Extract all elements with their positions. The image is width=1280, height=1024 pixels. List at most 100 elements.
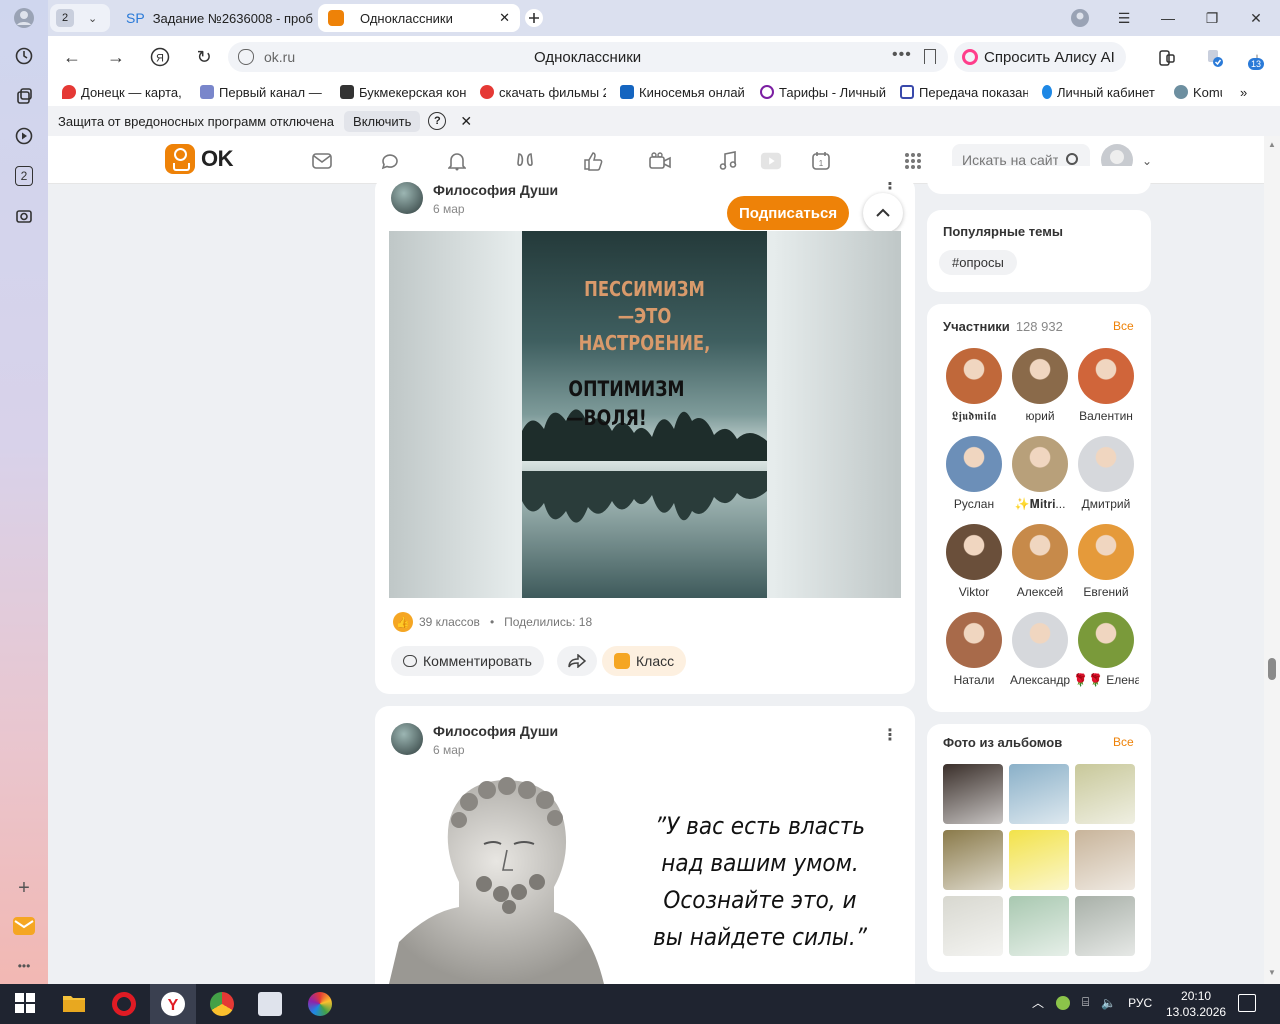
member-tile[interactable]: Viktor (941, 524, 1007, 599)
group-avatar[interactable] (391, 182, 423, 214)
scroll-up-arrow-icon[interactable]: ▲ (1268, 140, 1276, 149)
member-avatar[interactable] (1078, 612, 1134, 668)
album-photo-thumb[interactable] (1075, 830, 1135, 890)
shield-icon[interactable] (238, 49, 254, 65)
page-scrollbar[interactable]: ▲ ▼ (1264, 136, 1280, 984)
photos-app-icon[interactable] (308, 992, 332, 1016)
mail-icon[interactable] (12, 914, 36, 938)
post-author-block[interactable]: Философия Души 6 мар (391, 182, 558, 216)
likes-icon[interactable] (582, 150, 604, 172)
album-photo-thumb[interactable] (1009, 830, 1069, 890)
member-tile[interactable]: Александр (1007, 612, 1073, 687)
bookmark-icon[interactable] (924, 49, 936, 64)
member-avatar[interactable] (1012, 436, 1068, 492)
post-menu-icon[interactable]: ⋮ (882, 725, 898, 745)
bookmark-item[interactable]: Передача показан (886, 85, 1028, 100)
member-avatar[interactable] (946, 348, 1002, 404)
comment-button[interactable]: Комментировать (391, 646, 544, 676)
klass-button[interactable]: Класс (602, 646, 687, 676)
bookmark-item[interactable]: Личный кабинет (1028, 85, 1160, 100)
member-name[interactable]: юрий (1007, 409, 1073, 423)
reload-button[interactable]: ↻ (192, 45, 216, 69)
share-button[interactable] (557, 646, 597, 676)
account-icon[interactable] (1068, 6, 1092, 30)
scroll-down-arrow-icon[interactable]: ▼ (1268, 968, 1276, 977)
post-menu-icon[interactable]: ⋮ (882, 182, 898, 192)
tray-app-icon[interactable] (1056, 995, 1071, 1010)
tray-overflow-icon[interactable]: ︿ (1032, 994, 1044, 1011)
member-tile[interactable]: Дмитрий (1073, 436, 1139, 511)
yandex-icon[interactable]: Я (148, 45, 172, 69)
calendar-icon[interactable]: 1 (810, 150, 832, 172)
group-name[interactable]: Философия Души (433, 723, 558, 739)
member-name[interactable]: Руслан (941, 497, 1007, 511)
bookmark-item[interactable]: Киносемья онлай (606, 85, 746, 100)
translate-icon[interactable] (1204, 47, 1226, 69)
close-window-icon[interactable]: ✕ (1244, 6, 1268, 30)
likes-count[interactable]: 39 классов (419, 615, 480, 629)
scroll-up-button[interactable] (863, 193, 903, 233)
member-avatar[interactable] (1078, 436, 1134, 492)
video-icon[interactable] (649, 150, 671, 172)
opera-icon[interactable] (112, 992, 136, 1016)
member-tile[interactable]: ✨𝐌𝐢𝐭𝐫𝐢... (1007, 436, 1073, 512)
collections-icon[interactable] (12, 84, 36, 108)
member-avatar[interactable] (1078, 348, 1134, 404)
member-name[interactable]: Валентин (1073, 409, 1139, 423)
member-name[interactable]: Евгений (1073, 585, 1139, 599)
post-author-block[interactable]: Философия Души 6 мар (391, 723, 558, 757)
history-icon[interactable] (12, 44, 36, 68)
more-dots-icon[interactable]: ••• (892, 46, 912, 64)
tab-group-counter[interactable]: 2 ⌄ (50, 4, 110, 32)
album-photo-thumb[interactable] (943, 764, 1003, 824)
messages-icon[interactable] (311, 150, 333, 172)
tab-odnoklassniki[interactable]: Одноклассники ✕ (318, 4, 520, 32)
member-avatar[interactable] (946, 436, 1002, 492)
member-avatar[interactable] (1078, 524, 1134, 580)
network-icon[interactable]: ⌸ (1082, 995, 1089, 1010)
enable-protection-button[interactable]: Включить (344, 110, 421, 132)
bookmark-item[interactable]: Тарифы - Личный (746, 85, 886, 100)
back-button[interactable]: ← (60, 45, 84, 69)
member-avatar[interactable] (1012, 524, 1068, 580)
member-avatar[interactable] (946, 524, 1002, 580)
member-tile[interactable]: Валентин (1073, 348, 1139, 423)
ok-logo[interactable]: OK (165, 144, 234, 174)
member-name[interactable]: Алексей (1007, 585, 1073, 599)
album-photo-thumb[interactable] (1009, 896, 1069, 956)
topic-tag[interactable]: #опросы (939, 250, 1017, 275)
ask-alice-button[interactable]: Спросить Алису AI (954, 42, 1126, 72)
add-icon[interactable]: + (12, 876, 36, 900)
extensions-icon[interactable] (1156, 47, 1178, 69)
album-photo-thumb[interactable] (1075, 764, 1135, 824)
photos-all-link[interactable]: Все (1113, 735, 1134, 749)
member-tile[interactable]: Натали (941, 612, 1007, 687)
tab-counter-button[interactable]: 2 (12, 164, 36, 188)
member-name[interactable]: Натали (941, 673, 1007, 687)
music-icon[interactable] (717, 150, 739, 172)
editor-app-icon[interactable] (258, 992, 282, 1016)
album-photo-thumb[interactable] (943, 896, 1003, 956)
member-name[interactable]: 🌹🌹 Елена (1073, 673, 1139, 687)
member-tile[interactable]: Евгений (1073, 524, 1139, 599)
subscribe-button[interactable]: Подписаться (727, 196, 850, 230)
guests-icon[interactable] (514, 150, 536, 172)
bookmarks-overflow-icon[interactable]: » (1222, 85, 1247, 100)
shares-count[interactable]: Поделились: 18 (504, 615, 592, 629)
album-photo-thumb[interactable] (943, 830, 1003, 890)
notifications-icon[interactable] (446, 150, 468, 172)
search-icon[interactable] (1066, 153, 1078, 165)
member-avatar[interactable] (1012, 612, 1068, 668)
windows-start-icon[interactable] (14, 992, 38, 1016)
profile-icon[interactable] (12, 6, 36, 30)
bookmark-item[interactable]: скачать фильмы 2 (466, 85, 606, 100)
notifications-center-icon[interactable] (1238, 994, 1256, 1012)
group-avatar[interactable] (391, 723, 423, 755)
apps-grid-icon[interactable] (902, 150, 924, 172)
member-avatar[interactable] (1012, 348, 1068, 404)
minimize-icon[interactable]: — (1156, 6, 1180, 30)
group-name[interactable]: Философия Души (433, 182, 558, 198)
chrome-icon[interactable] (210, 992, 234, 1016)
member-tile[interactable]: 🌹🌹 Елена (1073, 612, 1139, 687)
yandex-browser-icon[interactable]: Y (161, 992, 185, 1016)
